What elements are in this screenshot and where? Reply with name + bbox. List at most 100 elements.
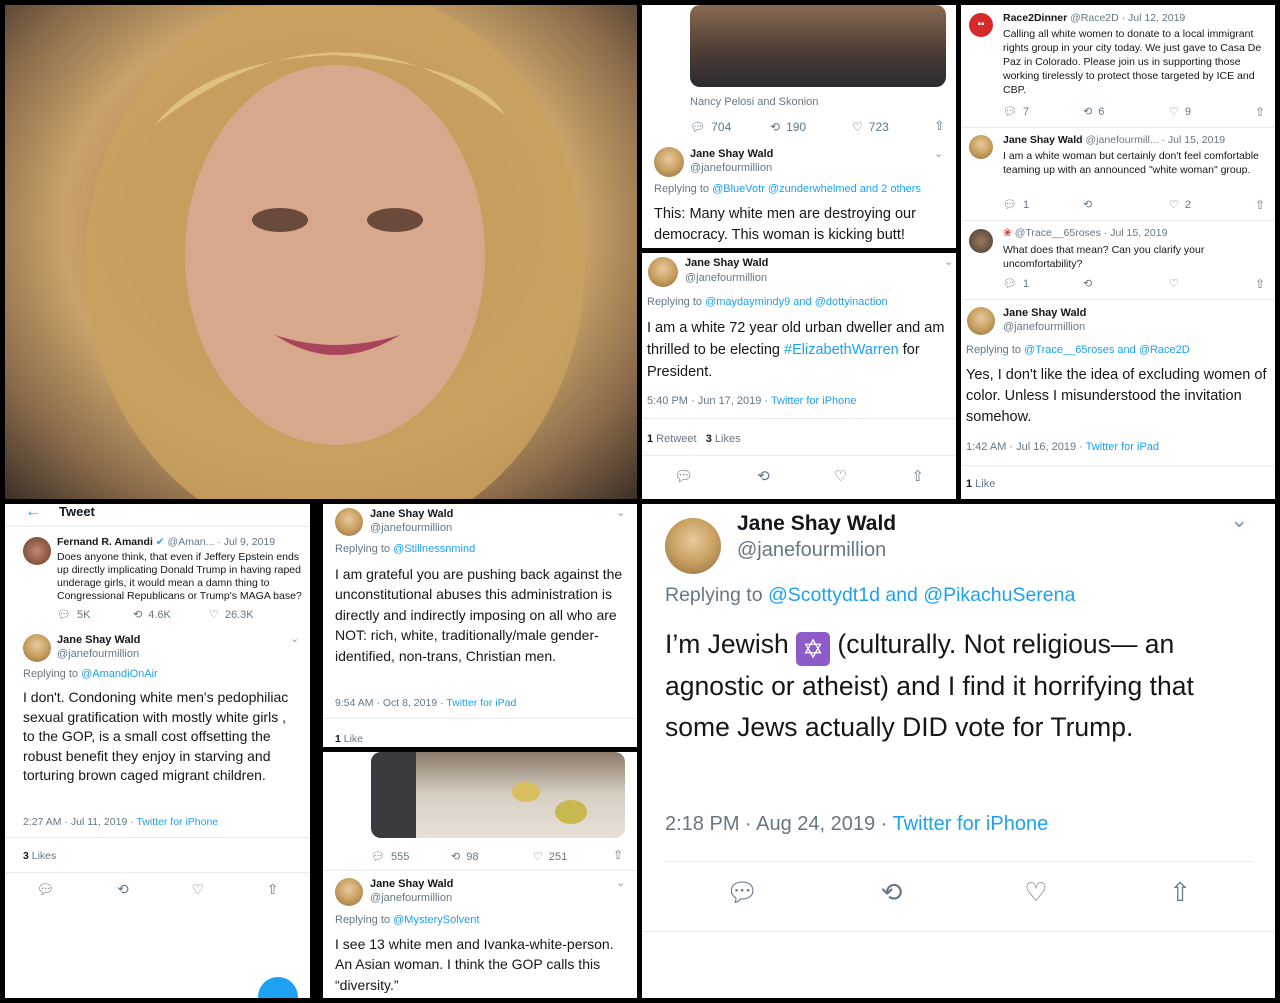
- chevron-down-icon[interactable]: ⌄: [934, 147, 943, 160]
- reply2-retweet[interactable]: ⟲: [1083, 277, 1092, 290]
- reply-icon: 💬︎: [57, 609, 71, 621]
- avatar[interactable]: [969, 229, 993, 253]
- heart-icon[interactable]: ♡: [192, 881, 205, 898]
- author-name[interactable]: Jane Shay Wald: [685, 257, 768, 269]
- retweet-icon: ⟲: [1083, 199, 1093, 211]
- avatar[interactable]: [23, 537, 51, 565]
- heart-icon: ♡: [852, 120, 863, 134]
- reply-handle: ❀ @Trace__65roses · Jul 15, 2019: [1003, 227, 1168, 239]
- avatar[interactable]: [335, 878, 363, 906]
- orig-like[interactable]: ♡ 26.3K: [209, 608, 254, 622]
- share-icon[interactable]: ⇧: [1255, 198, 1265, 212]
- tweet-text: I don't. Condoning white men's pedophili…: [23, 689, 289, 784]
- orig-header: Fernand R. Amandi ✔ @Aman... · Jul 9, 20…: [57, 536, 276, 548]
- author-name[interactable]: Jane Shay Wald: [690, 148, 773, 160]
- retweet-icon[interactable]: ⟲: [881, 877, 903, 908]
- reply-count[interactable]: 💬︎ 555: [371, 850, 409, 864]
- avatar[interactable]: [23, 634, 51, 662]
- reply-text: What does that mean? Can you clarify you…: [1003, 244, 1205, 270]
- author-handle[interactable]: @janefourmillion: [685, 272, 767, 284]
- replying-to: Replying to @maydaymindy9 and @dottyinac…: [647, 296, 888, 308]
- author-name[interactable]: Jane Shay Wald: [370, 878, 453, 890]
- retweet-icon[interactable]: ⟲: [757, 467, 770, 485]
- avatar[interactable]: [665, 518, 721, 574]
- reply-retweet[interactable]: ⟲: [1083, 198, 1092, 211]
- author-handle[interactable]: @janefourmillion: [690, 162, 772, 174]
- author-handle[interactable]: @janefourmillion: [1003, 321, 1085, 333]
- avatar[interactable]: [648, 257, 678, 287]
- compose-button[interactable]: [258, 977, 298, 998]
- like-stats[interactable]: 3 Likes: [23, 850, 56, 862]
- tweet-panel-warren: Jane Shay Wald @janefourmillion ⌄ Replyi…: [642, 253, 956, 499]
- author-handle[interactable]: @janefourmillion: [57, 648, 139, 660]
- org-retweet[interactable]: ⟲ 6: [1083, 105, 1104, 119]
- reply-icon: 💬︎: [1003, 278, 1017, 290]
- retweet-icon[interactable]: ⟲: [117, 881, 129, 898]
- star-of-david-icon: ✡: [796, 632, 831, 666]
- reply-icon: 💬︎: [371, 851, 385, 863]
- reply-reply[interactable]: 💬︎ 1: [1003, 198, 1029, 212]
- chevron-down-icon[interactable]: ⌄: [944, 255, 953, 268]
- share-icon[interactable]: ⇧: [911, 467, 924, 485]
- org-reply[interactable]: 💬︎ 7: [1003, 105, 1029, 119]
- avatar[interactable]: [969, 135, 993, 159]
- heart-icon[interactable]: ♡: [834, 467, 847, 485]
- author-name[interactable]: Jane Shay Wald: [737, 512, 896, 536]
- org-like[interactable]: ♡ 9: [1169, 105, 1191, 119]
- reply-like[interactable]: ♡ 2: [1169, 198, 1191, 212]
- share-icon[interactable]: ⇧: [1169, 877, 1191, 908]
- race2dinner-avatar[interactable]: ▪▪: [969, 13, 993, 37]
- portrait-illustration: [85, 5, 585, 499]
- author-handle[interactable]: @janefourmillion: [370, 892, 452, 904]
- author-name[interactable]: Jane Shay Wald: [370, 508, 453, 520]
- share-icon[interactable]: ⇧: [267, 881, 279, 898]
- retweet-count[interactable]: ⟲ 190: [770, 120, 806, 134]
- share-icon[interactable]: ⇧: [934, 118, 945, 134]
- like-stats[interactable]: 1 Like: [966, 478, 995, 490]
- like-count[interactable]: ♡ 723: [852, 120, 889, 134]
- orig-reply[interactable]: 💬︎ 5K: [57, 608, 90, 622]
- avatar[interactable]: [967, 307, 995, 335]
- tweet-panel-race2dinner: ▪▪ Race2Dinner @Race2D · Jul 12, 2019 Ca…: [961, 5, 1275, 499]
- author-name[interactable]: Jane Shay Wald: [57, 634, 140, 646]
- reply-header: Jane Shay Wald @janefourmill... · Jul 15…: [1003, 134, 1226, 146]
- replying-to: Replying to @Stillnessnmind: [335, 543, 476, 555]
- heart-icon[interactable]: ♡: [1024, 877, 1047, 908]
- timestamp: 1:42 AM · Jul 16, 2019 · Twitter for iPa…: [966, 441, 1160, 453]
- share-icon[interactable]: ⇧: [613, 848, 623, 862]
- reply-icon[interactable]: 💬︎: [36, 881, 54, 898]
- heart-icon: ♡: [209, 609, 219, 621]
- reply2-like[interactable]: ♡: [1169, 277, 1179, 290]
- chevron-down-icon[interactable]: ⌄: [616, 506, 625, 519]
- tweet-panel-jewish: Jane Shay Wald @janefourmillion ⌄ Replyi…: [642, 504, 1275, 998]
- like-stats[interactable]: 1 Like: [335, 733, 363, 745]
- action-bar: 💬︎ ⟲ ♡ ⇧: [5, 881, 310, 898]
- back-arrow-icon[interactable]: ←: [25, 504, 41, 521]
- avatar[interactable]: [654, 147, 684, 177]
- reply-count[interactable]: 💬︎ 704: [690, 120, 731, 134]
- chevron-down-icon[interactable]: ⌄: [290, 632, 299, 645]
- author-name[interactable]: Jane Shay Wald: [1003, 307, 1086, 319]
- replying-to: Replying to @Trace__65roses and @Race2D: [966, 344, 1190, 356]
- reply2-reply[interactable]: 💬︎ 1: [1003, 277, 1029, 291]
- chevron-down-icon[interactable]: ⌄: [1230, 507, 1248, 533]
- tweet-text: This: Many white men are destroying our …: [654, 206, 916, 243]
- tweet-text: Yes, I don't like the idea of excluding …: [966, 367, 1267, 425]
- share-icon[interactable]: ⇧: [1255, 277, 1265, 291]
- reply-icon[interactable]: 💬︎: [726, 877, 759, 908]
- replying-to: Replying to @MysterySolvent: [335, 914, 480, 926]
- retweet-count[interactable]: ⟲ 98: [451, 850, 478, 864]
- hashtag-link[interactable]: #ElizabethWarren: [784, 342, 899, 358]
- author-handle[interactable]: @janefourmillion: [370, 522, 452, 534]
- share-icon[interactable]: ⇧: [1255, 105, 1265, 119]
- tweet-text: I am a white 72 year old urban dweller a…: [647, 320, 945, 380]
- engagement-stats[interactable]: 1 Retweet 3 Likes: [647, 433, 741, 445]
- reply-icon[interactable]: 💬︎: [674, 467, 693, 485]
- avatar[interactable]: [335, 508, 363, 536]
- author-handle[interactable]: @janefourmillion: [737, 539, 886, 562]
- like-count[interactable]: ♡ 251: [533, 850, 567, 864]
- replying-to: Replying to @AmandiOnAir: [23, 668, 158, 680]
- chevron-down-icon[interactable]: ⌄: [616, 876, 625, 889]
- tweet-panel-amandi: ← Tweet Fernand R. Amandi ✔ @Aman... · J…: [5, 504, 310, 998]
- orig-retweet[interactable]: ⟲ 4.6K: [133, 608, 171, 622]
